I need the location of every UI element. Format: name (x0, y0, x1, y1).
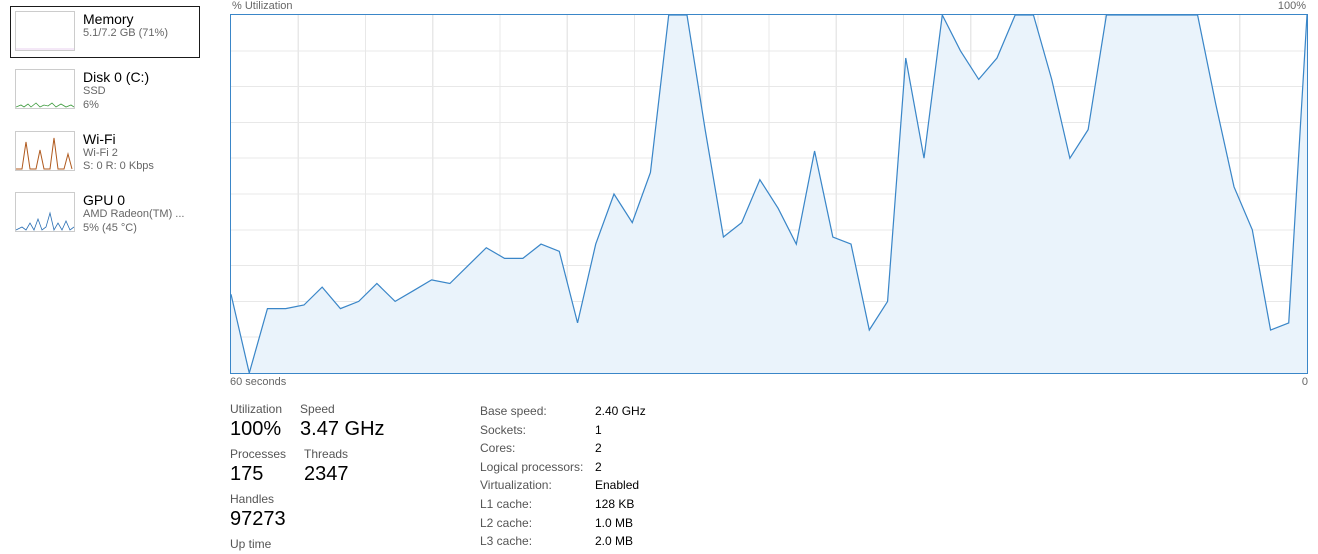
spec-key: Sockets: (480, 421, 595, 440)
main-panel: % Utilization 100% 60 seconds 0 Utilizat… (200, 0, 1318, 554)
sidebar-item-title: GPU 0 (83, 192, 184, 208)
chart-y-max: 100% (1278, 0, 1306, 14)
chart-y-label: % Utilization (232, 0, 293, 14)
cpu-spec-table: Base speed: 2.40 GHz Sockets: 1 Cores: 2… (480, 402, 646, 554)
memory-thumb (15, 11, 75, 51)
stat-utilization: Utilization 100% (230, 402, 282, 441)
sidebar-item-sub2: S: 0 R: 0 Kbps (83, 160, 154, 174)
sidebar-item-title: Disk 0 (C:) (83, 69, 149, 85)
stat-uptime: Up time 0:00:41:47 (230, 537, 440, 554)
spec-val: 2 (595, 439, 602, 458)
sidebar-item-sub: AMD Radeon(TM) ... (83, 208, 184, 222)
spec-val: 1.0 MB (595, 514, 633, 533)
spec-row: Logical processors: 2 (480, 458, 646, 477)
spec-key: Virtualization: (480, 476, 595, 495)
spec-val: 2.40 GHz (595, 402, 646, 421)
sidebar-item-memory[interactable]: Memory 5.1/7.2 GB (71%) (10, 6, 200, 58)
sidebar-item-disk[interactable]: Disk 0 (C:) SSD 6% (10, 64, 200, 120)
spec-row: Virtualization: Enabled (480, 476, 646, 495)
stat-handles: Handles 97273 (230, 492, 286, 531)
spec-key: Logical processors: (480, 458, 595, 477)
sidebar-item-sub2: 6% (83, 99, 149, 113)
stat-threads: Threads 2347 (304, 447, 349, 486)
gpu-thumb (15, 192, 75, 232)
spec-row: Cores: 2 (480, 439, 646, 458)
resource-sidebar: Memory 5.1/7.2 GB (71%) Disk 0 (C:) SSD … (0, 0, 200, 554)
wifi-thumb (15, 131, 75, 171)
spec-row: L2 cache: 1.0 MB (480, 514, 646, 533)
sidebar-item-sub: Wi-Fi 2 (83, 147, 154, 161)
spec-key: L3 cache: (480, 532, 595, 551)
spec-val: 128 KB (595, 495, 634, 514)
chart-x-right: 0 (1302, 376, 1308, 388)
stat-processes: Processes 175 (230, 447, 286, 486)
sidebar-item-gpu[interactable]: GPU 0 AMD Radeon(TM) ... 5% (45 °C) (10, 187, 200, 243)
chart-x-left: 60 seconds (230, 376, 286, 388)
stat-speed: Speed 3.47 GHz (300, 402, 384, 441)
cpu-utilization-chart[interactable] (230, 14, 1308, 374)
sidebar-item-sub: SSD (83, 85, 149, 99)
sidebar-item-title: Wi-Fi (83, 131, 154, 147)
spec-val: 2.0 MB (595, 532, 633, 551)
spec-val: Enabled (595, 476, 639, 495)
spec-row: L3 cache: 2.0 MB (480, 532, 646, 551)
spec-key: Cores: (480, 439, 595, 458)
disk-thumb (15, 69, 75, 109)
spec-key: L2 cache: (480, 514, 595, 533)
spec-val: 1 (595, 421, 602, 440)
spec-val: 2 (595, 458, 602, 477)
sidebar-item-sub2: 5% (45 °C) (83, 222, 184, 236)
spec-row: Sockets: 1 (480, 421, 646, 440)
spec-key: Base speed: (480, 402, 595, 421)
spec-row: Base speed: 2.40 GHz (480, 402, 646, 421)
spec-row: L1 cache: 128 KB (480, 495, 646, 514)
spec-key: L1 cache: (480, 495, 595, 514)
sidebar-item-wifi[interactable]: Wi-Fi Wi-Fi 2 S: 0 R: 0 Kbps (10, 126, 200, 182)
sidebar-item-sub: 5.1/7.2 GB (71%) (83, 27, 168, 41)
sidebar-item-title: Memory (83, 11, 168, 27)
stats-block: Utilization 100% Speed 3.47 GHz Processe… (230, 402, 1308, 554)
